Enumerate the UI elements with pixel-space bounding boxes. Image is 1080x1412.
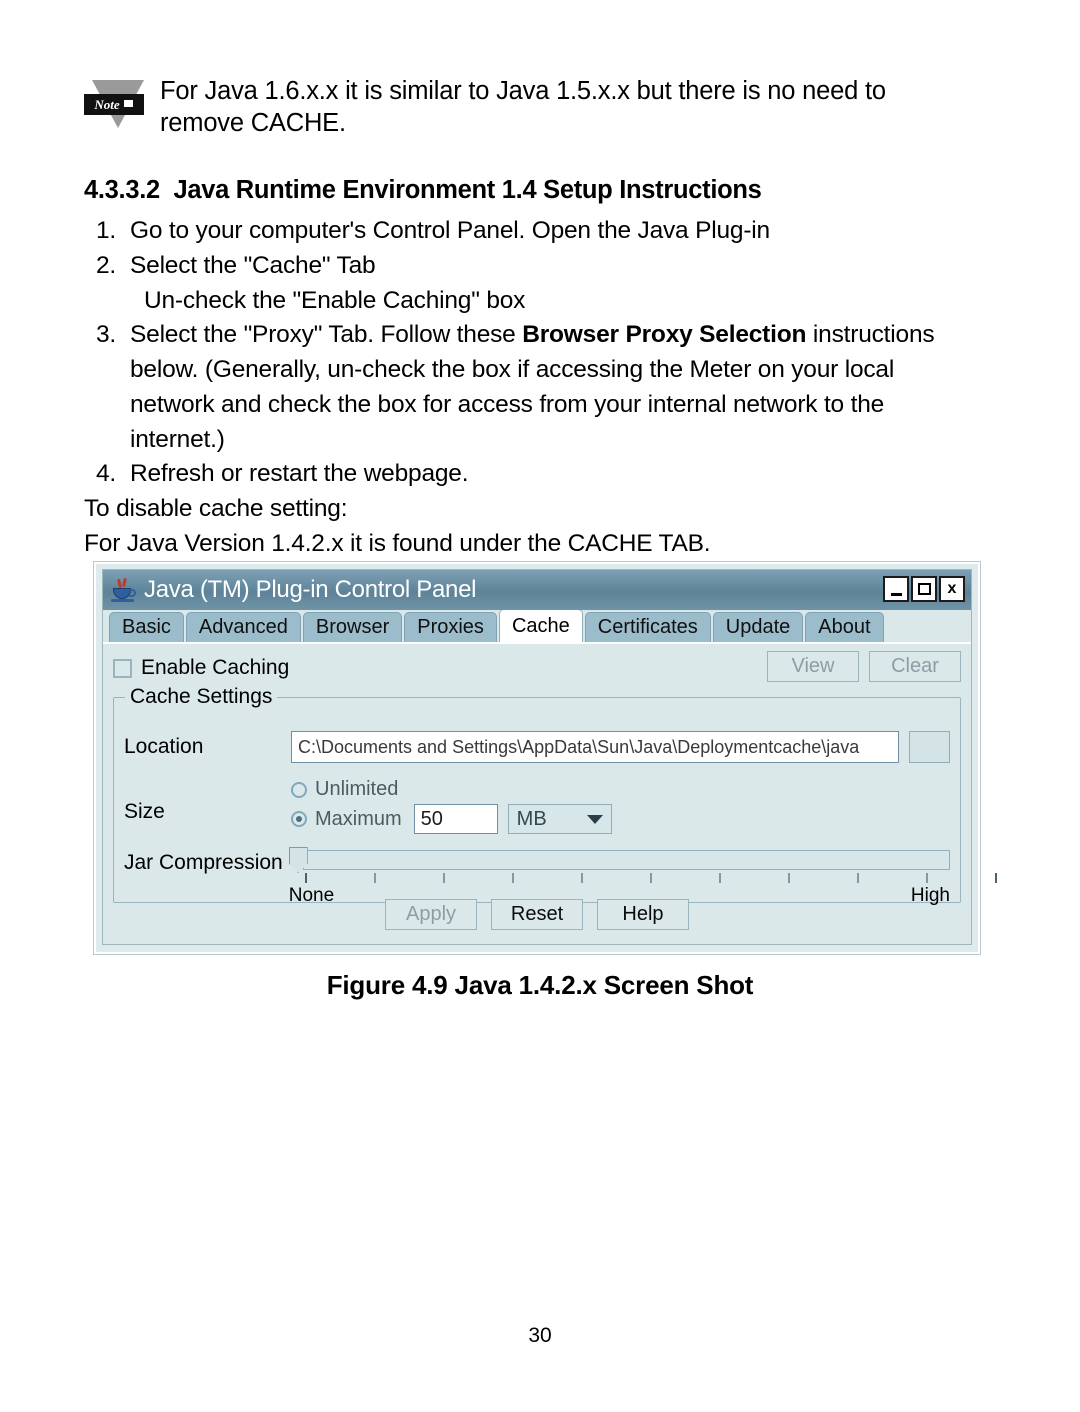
tab-bar: Basic Advanced Browser Proxies Cache Cer… — [103, 609, 971, 644]
slider-ticks — [297, 873, 997, 885]
help-button[interactable]: Help — [597, 899, 689, 930]
location-browse-button[interactable] — [908, 731, 950, 763]
size-maximum-option[interactable]: Maximum 50 MB — [291, 804, 612, 834]
steam-icon — [122, 577, 127, 588]
maximum-size-input[interactable]: 50 — [413, 804, 498, 834]
slider-tick — [994, 873, 997, 883]
size-row: Size Unlimited Maximum 50 MB — [124, 778, 950, 834]
minimize-button[interactable] — [883, 576, 909, 602]
steam-icon — [116, 578, 123, 589]
note-badge-label: Note — [94, 97, 120, 112]
list-item-text: Select the "Proxy" Tab. Follow these Bro… — [130, 318, 984, 457]
reset-button[interactable]: Reset — [491, 899, 583, 930]
location-label: Location — [124, 735, 204, 758]
maximum-radio[interactable] — [291, 811, 307, 827]
cache-settings-group: Cache Settings Location C:\Documents and… — [113, 685, 997, 906]
apply-button[interactable]: Apply — [385, 899, 477, 930]
size-label: Size — [124, 800, 165, 823]
view-button[interactable]: View — [767, 651, 859, 682]
window-titlebar: Java (TM) Plug-in Control Panel x — [103, 570, 971, 610]
list-item-number: 1. — [95, 217, 116, 244]
java-coffee-cup-icon — [111, 577, 137, 603]
maximize-button[interactable] — [911, 576, 937, 602]
enable-caching-label: Enable Caching — [141, 656, 290, 679]
cup-handle-icon — [129, 589, 136, 597]
tab-cache[interactable]: Cache — [498, 609, 583, 642]
tab-basic[interactable]: Basic — [109, 612, 184, 642]
step3-part1: Select the "Proxy" Tab. Follow these — [130, 321, 523, 349]
slider-tick — [856, 873, 859, 883]
close-button[interactable]: x — [939, 576, 965, 602]
slider-tick — [373, 873, 376, 883]
slider-tick — [925, 873, 928, 883]
trailing-line-1: To disable cache setting: — [84, 495, 348, 523]
list-item-number: 2. — [95, 251, 116, 279]
note-badge-glyph-icon — [122, 99, 134, 108]
list-item: 3. Select the "Proxy" Tab. Follow these … — [84, 318, 984, 457]
unlimited-label: Unlimited — [315, 778, 399, 800]
dialog-buttons: Apply Reset Help — [103, 899, 971, 930]
minimize-icon — [890, 592, 902, 596]
list-item: 4. Refresh or restart the webpage. — [84, 457, 984, 492]
slider-tick — [511, 873, 514, 883]
tab-certificates[interactable]: Certificates — [584, 612, 711, 642]
tab-about[interactable]: About — [805, 612, 884, 642]
clear-button[interactable]: Clear — [869, 651, 961, 682]
instructions-list: 1. Go to your computer's Control Panel. … — [84, 214, 984, 562]
jar-compression-label: Jar Compression — [124, 851, 283, 874]
location-row: Location C:\Documents and Settings\AppDa… — [124, 730, 950, 764]
slider-tick — [787, 873, 790, 883]
cache-tab-panel: Enable Caching View Clear Cache Settings… — [103, 644, 997, 944]
maximum-label: Maximum — [315, 807, 402, 830]
size-options: Unlimited Maximum 50 MB — [291, 778, 612, 834]
chevron-down-icon — [586, 814, 603, 824]
saucer-icon — [111, 599, 134, 602]
list-item-text: Select the "Cache" Tab — [130, 251, 376, 279]
slider-track[interactable] — [302, 850, 950, 870]
size-unlimited-option[interactable]: Unlimited — [291, 778, 612, 801]
note-callout: Note For Java 1.6.x.x it is similar to J… — [84, 76, 964, 139]
enable-caching-row: Enable Caching View Clear — [113, 651, 961, 685]
list-item-text: Go to your computer's Control Panel. Ope… — [130, 217, 770, 244]
page-number: 30 — [528, 1324, 552, 1347]
slider-tick — [649, 873, 652, 883]
note-text: For Java 1.6.x.x it is similar to Java 1… — [160, 77, 886, 137]
size-unit-select[interactable]: MB — [507, 804, 612, 834]
list-item: 1. Go to your computer's Control Panel. … — [84, 214, 984, 249]
java-control-panel-window: Java (TM) Plug-in Control Panel x Basic … — [94, 562, 997, 954]
slider-tick — [580, 873, 583, 883]
figure-caption: Figure 4.9 Java 1.4.2.x Screen Shot — [326, 970, 754, 1000]
trailing-line-2: For Java Version 1.4.2.x it is found und… — [84, 530, 711, 558]
tab-advanced[interactable]: Advanced — [185, 612, 301, 642]
list-item: 2. Select the "Cache" Tab — [84, 249, 984, 284]
unlimited-radio[interactable] — [291, 781, 307, 798]
list-item-text: Refresh or restart the webpage. — [130, 460, 469, 488]
slider-tick — [304, 873, 307, 883]
maximize-icon — [917, 583, 931, 595]
location-input[interactable]: C:\Documents and Settings\AppData\Sun\Ja… — [291, 731, 899, 763]
section-heading: 4.3.3.2 Java Runtime Environment 1.4 Set… — [84, 176, 762, 204]
slider-tick — [718, 873, 721, 883]
note-badge: Note — [84, 94, 144, 115]
size-unit-value: MB — [516, 807, 547, 830]
tab-update[interactable]: Update — [712, 612, 804, 642]
tab-proxies[interactable]: Proxies — [404, 612, 497, 642]
cache-settings-title: Cache Settings — [125, 685, 278, 709]
list-item-number: 3. — [95, 321, 116, 349]
note-icon: Note — [84, 80, 150, 136]
java-control-panel-frame: Java (TM) Plug-in Control Panel x Basic … — [102, 569, 997, 945]
step3-bold-phrase: Browser Proxy Selection — [522, 321, 807, 349]
enable-caching-checkbox[interactable] — [113, 658, 132, 678]
list-item-number: 4. — [95, 460, 116, 488]
window-controls: x — [883, 576, 965, 602]
tab-browser[interactable]: Browser — [302, 612, 403, 642]
list-item-subtext: Un-check the "Enable Caching" box — [144, 286, 526, 314]
cache-action-buttons: View Clear — [767, 651, 961, 682]
slider-tick — [442, 873, 445, 883]
window-title: Java (TM) Plug-in Control Panel — [144, 576, 477, 603]
